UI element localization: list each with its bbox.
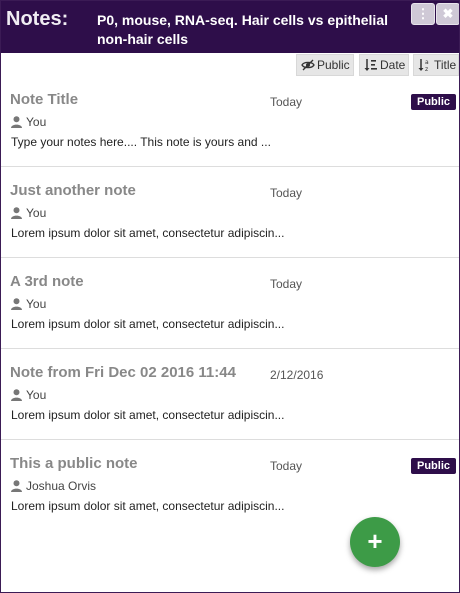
note-title: Note Title [10,91,79,108]
user-icon [11,480,22,492]
note-date: Today [270,459,303,473]
note-author: You [11,115,46,129]
add-note-button[interactable]: + [350,517,400,567]
notes-header: Notes: P0, mouse, RNA-seq. Hair cells vs… [1,1,459,53]
notes-label: Notes: [6,8,69,30]
note-preview: Lorem ipsum dolor sit amet, consectetur … [11,226,285,240]
user-icon [11,207,22,219]
sort-numeric-icon [364,59,377,71]
list-item[interactable]: Just another note Today You Lorem ipsum … [1,167,459,258]
svg-text:z: z [425,66,428,72]
filter-public-button[interactable]: Public [296,54,354,76]
list-item[interactable]: A 3rd note Today You Lorem ipsum dolor s… [1,258,459,349]
note-author-name: You [26,388,47,402]
notes-list: Note Title Today Public You Type your no… [1,76,459,531]
note-author: You [11,297,46,311]
note-date: Today [270,277,303,291]
note-date: 2/12/2016 [270,368,324,382]
svg-text:a: a [425,59,429,66]
public-badge: Public [410,458,456,474]
notes-context-title: P0, mouse, RNA-seq. Hair cells vs epithe… [97,12,388,47]
list-item[interactable]: This a public note Today Public Joshua O… [1,440,459,531]
note-title: Just another note [10,182,136,199]
note-title: Note from Fri Dec 02 2016 11:44 [10,364,236,381]
user-icon [11,389,22,401]
note-author-name: You [26,206,47,220]
menu-button[interactable]: ⋮ [411,3,435,25]
user-icon [11,298,22,310]
sort-title-label: Title [434,58,457,72]
eye-slash-icon [301,59,315,71]
note-title: A 3rd note [10,273,84,290]
note-author-name: You [26,297,47,311]
sort-toolbar: Public Date a z Title [1,53,459,76]
close-button[interactable]: ✖ [436,3,459,25]
list-item[interactable]: Note Title Today Public You Type your no… [1,76,459,167]
note-date: Today [270,95,303,109]
note-preview: Lorem ipsum dolor sit amet, consectetur … [11,499,285,513]
sort-title-button[interactable]: a z Title [413,54,459,76]
note-author-name: You [26,115,47,129]
note-date: Today [270,186,303,200]
note-author: Joshua Orvis [11,479,96,493]
note-author: You [11,388,46,402]
close-icon: ✖ [442,6,454,21]
note-preview: Lorem ipsum dolor sit amet, consectetur … [11,408,285,422]
list-item[interactable]: Note from Fri Dec 02 2016 11:44 2/12/201… [1,349,459,440]
plus-icon: + [367,526,383,556]
note-preview: Type your notes here.... This note is yo… [11,135,271,149]
filter-public-label: Public [317,58,350,72]
sort-alpha-icon: a z [418,59,429,73]
sort-date-label: Date [380,58,406,72]
note-author: You [11,206,46,220]
vertical-dots-icon: ⋮ [416,6,430,21]
note-author-name: Joshua Orvis [26,479,97,493]
user-icon [11,116,22,128]
sort-date-button[interactable]: Date [359,54,409,76]
public-badge: Public [410,94,456,110]
notes-panel: Notes: P0, mouse, RNA-seq. Hair cells vs… [0,0,460,593]
note-title: This a public note [10,455,138,472]
note-preview: Lorem ipsum dolor sit amet, consectetur … [11,317,285,331]
